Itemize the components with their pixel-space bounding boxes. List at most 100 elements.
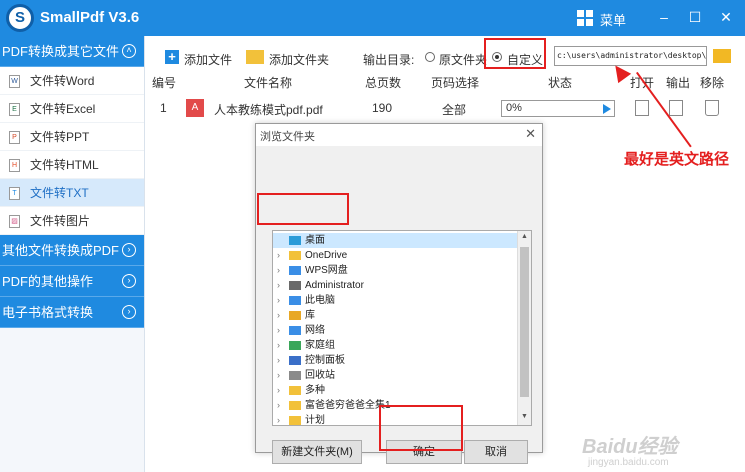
dialog-title: 浏览文件夹 (260, 131, 315, 143)
tree-item-label: Administrator (305, 280, 364, 291)
radio-source-folder-label[interactable]: 原文件夹 (439, 51, 487, 68)
file-type-icon: ▨ (9, 215, 20, 228)
tree-scrollbar[interactable]: ▲ ▼ (517, 231, 531, 425)
browse-folder-icon[interactable] (713, 49, 731, 63)
sidebar-section-pdf-other-ops[interactable]: PDF的其他操作 › (0, 266, 144, 297)
tree-item[interactable]: › OneDrive (273, 248, 517, 263)
file-type-icon: E (9, 103, 20, 116)
homegroup-icon (289, 341, 301, 350)
tree-item[interactable]: › 家庭组 (273, 338, 517, 353)
tree-item-label: 网络 (305, 325, 325, 336)
chevron-right-icon[interactable]: › (277, 248, 280, 263)
highlight-custom-option (484, 38, 546, 69)
col-name: 文件名称 (244, 76, 293, 90)
add-file-button[interactable]: 添加文件 (184, 51, 232, 68)
chevron-right-icon[interactable]: › (277, 398, 280, 413)
sidebar-item[interactable]: P 文件转PPT (0, 123, 144, 151)
add-folder-icon[interactable] (246, 50, 264, 64)
row-index: 1 (160, 101, 167, 115)
tree-item[interactable]: › 此电脑 (273, 293, 517, 308)
sidebar-item[interactable]: E 文件转Excel (0, 95, 144, 123)
tree-item[interactable]: › 控制面板 (273, 353, 517, 368)
row-page-select[interactable]: 全部 (442, 101, 466, 118)
new-folder-button[interactable]: 新建文件夹(M) (272, 440, 362, 464)
chevron-right-icon[interactable]: › (277, 338, 280, 353)
maximize-button[interactable]: ☐ (686, 8, 704, 26)
scroll-up-icon[interactable]: ▲ (521, 233, 528, 240)
tree-item[interactable]: › 网络 (273, 323, 517, 338)
tree-item-label: 此电脑 (305, 295, 335, 306)
tree-item[interactable]: › 库 (273, 308, 517, 323)
chevron-up-icon: ˄ (122, 44, 136, 58)
add-folder-button[interactable]: 添加文件夹 (269, 51, 329, 68)
menu-button[interactable]: 菜单 (600, 10, 626, 29)
sidebar-item[interactable]: W 文件转Word (0, 67, 144, 95)
minimize-button[interactable]: – (655, 8, 673, 26)
chevron-right-icon[interactable]: › (277, 323, 280, 338)
sidebar-section-other-to-pdf[interactable]: 其他文件转换成PDF › (0, 235, 144, 266)
sidebar-section-ebook-convert[interactable]: 电子书格式转换 › (0, 297, 144, 328)
sidebar-item[interactable]: ▨ 文件转图片 (0, 207, 144, 235)
sidebar-section-label: 电子书格式转换 (2, 305, 94, 320)
tree-item-label: 库 (305, 310, 315, 321)
col-page-select: 页码选择 (431, 76, 480, 90)
cloud-icon (289, 266, 301, 275)
dialog-close-icon[interactable]: ✕ (525, 126, 536, 142)
folder-tree[interactable]: 桌面 › OneDrive › WPS网盘 › Administrator › 此电脑 › 库 › 网络… (272, 230, 532, 426)
sidebar-item-label: 文件转Word (30, 74, 95, 88)
play-icon[interactable] (603, 104, 611, 114)
recycle-bin-icon (289, 371, 301, 380)
sidebar-item[interactable]: H 文件转HTML (0, 151, 144, 179)
tree-item-label: OneDrive (305, 250, 348, 261)
menu-grid-icon[interactable] (577, 10, 593, 26)
scroll-down-icon[interactable]: ▼ (521, 413, 528, 420)
tree-item[interactable]: 桌面 (273, 233, 517, 248)
tree-item[interactable]: › 多种 (273, 383, 517, 398)
tree-item[interactable]: › WPS网盘 (273, 263, 517, 278)
col-status: 状态 (548, 76, 573, 90)
close-button[interactable]: ✕ (717, 8, 735, 26)
sidebar-item-label: 文件转PPT (30, 130, 90, 144)
sidebar-section-pdf-to-other[interactable]: PDF转换成其它文件 ˄ (0, 36, 144, 67)
chevron-right-icon[interactable]: › (277, 263, 280, 278)
tree-item[interactable]: › 回收站 (273, 368, 517, 383)
sidebar-item-label: 文件转HTML (30, 158, 99, 172)
highlight-desktop-item (257, 193, 349, 225)
tree-item-label: 富爸爸穷爸爸全集1 (305, 400, 391, 411)
chevron-right-icon: › (122, 243, 136, 257)
output-path-input[interactable]: c:\users\administrator\desktop\ (554, 46, 707, 66)
col-remove: 移除 (700, 76, 725, 90)
folder-icon (289, 416, 301, 425)
pdf-file-icon: A (186, 99, 204, 117)
row-pages: 190 (372, 101, 393, 115)
output-file-icon[interactable] (669, 100, 683, 116)
chevron-right-icon: › (122, 274, 136, 288)
title-bar: SmallPdf V3.6 菜单 – ☐ ✕ (0, 0, 745, 36)
tree-item-label: 计划 (305, 415, 325, 426)
chevron-right-icon[interactable]: › (277, 383, 280, 398)
desktop-icon (289, 236, 301, 245)
sidebar-item[interactable]: T 文件转TXT (0, 179, 144, 207)
add-file-icon[interactable]: + (165, 50, 179, 64)
chevron-right-icon[interactable]: › (277, 293, 280, 308)
folder-icon (289, 386, 301, 395)
chevron-right-icon[interactable]: › (277, 278, 280, 293)
folder-icon (289, 401, 301, 410)
open-file-icon[interactable] (635, 100, 649, 116)
chevron-right-icon[interactable]: › (277, 308, 280, 323)
sidebar-section-label: PDF转换成其它文件 (2, 44, 120, 59)
cancel-button[interactable]: 取消 (464, 440, 528, 464)
chevron-right-icon[interactable]: › (277, 413, 280, 425)
chevron-right-icon[interactable]: › (277, 368, 280, 383)
radio-source-folder[interactable] (425, 52, 435, 62)
col-index: 编号 (152, 76, 177, 90)
file-type-icon: W (9, 75, 20, 88)
tree-item-label: WPS网盘 (305, 265, 348, 276)
chevron-right-icon[interactable]: › (277, 353, 280, 368)
scroll-thumb[interactable] (520, 247, 529, 397)
sidebar-section-label: PDF的其他操作 (2, 274, 94, 289)
trash-icon[interactable] (705, 100, 719, 116)
sidebar-item-label: 文件转图片 (30, 214, 91, 228)
tree-item-label: 家庭组 (305, 340, 335, 351)
tree-item[interactable]: › Administrator (273, 278, 517, 293)
